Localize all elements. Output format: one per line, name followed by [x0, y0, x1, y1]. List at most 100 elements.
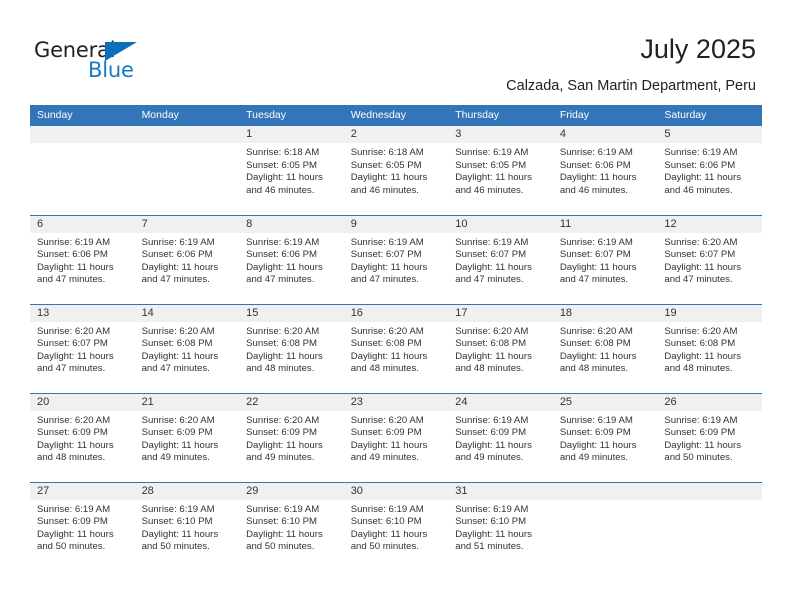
day-detail-line: Sunset: 6:07 PM: [350, 249, 422, 261]
day-detail-line: Sunrise: 6:20 AM: [664, 236, 738, 248]
day-cell-18[interactable]: 18 Sunrise: 6:20 AM Sunset: 6:08 PM Dayligh…: [552, 303, 658, 393]
day-cell-29[interactable]: 29 Sunrise: 6:19 AM Sunset: 6:10 PM Dayligh…: [239, 481, 344, 571]
calendar-week-row: 20 Sunrise: 6:20 AM Sunset: 6:09 PM Dayligh…: [30, 392, 762, 482]
day-number: 23: [343, 393, 449, 411]
day-details: Sunrise: 6:20 AM Sunset: 6:07 PM Daylight:…: [657, 233, 762, 287]
day-cell-2[interactable]: 2 Sunrise: 6:18 AM Sunset: 6:05 PM Daylight…: [343, 126, 449, 215]
day-number: 4: [552, 126, 658, 143]
day-detail-line: Sunset: 6:06 PM: [37, 249, 108, 261]
day-detail-line: Daylight: 11 hours: [350, 350, 428, 362]
day-cell-27[interactable]: 27 Sunrise: 6:19 AM Sunset: 6:09 PM Dayligh…: [30, 481, 135, 571]
day-detail-line: Daylight: 11 hours: [350, 172, 428, 184]
day-detail-line: Daylight: 11 hours: [141, 350, 219, 362]
day-number: 18: [552, 304, 658, 322]
day-cell-1[interactable]: 1 Sunrise: 6:18 AM Sunset: 6:05 PM Daylight…: [239, 126, 344, 215]
day-cell-empty: [552, 481, 658, 571]
day-detail-line: Sunrise: 6:19 AM: [141, 503, 215, 515]
weekday-header-wednesday: Wednesday: [343, 105, 449, 126]
calendar-week-row: 27 Sunrise: 6:19 AM Sunset: 6:09 PM Dayligh…: [30, 481, 762, 571]
day-detail-line: Sunrise: 6:19 AM: [455, 414, 529, 426]
day-detail-line: Daylight: 11 hours: [350, 439, 428, 451]
day-cell-28[interactable]: 28 Sunrise: 6:19 AM Sunset: 6:10 PM Dayligh…: [134, 481, 240, 571]
day-cell-6[interactable]: 6 Sunrise: 6:19 AM Sunset: 6:06 PM Daylight…: [30, 214, 135, 304]
day-number: [134, 126, 240, 143]
day-number: 16: [343, 304, 449, 322]
day-cell-26[interactable]: 26 Sunrise: 6:19 AM Sunset: 6:09 PM Dayligh…: [657, 392, 762, 482]
day-cell-25[interactable]: 25 Sunrise: 6:19 AM Sunset: 6:09 PM Dayligh…: [552, 392, 658, 482]
day-detail-line: Sunrise: 6:19 AM: [350, 503, 424, 515]
day-cell-16[interactable]: 16 Sunrise: 6:20 AM Sunset: 6:08 PM Dayligh…: [343, 303, 449, 393]
day-cell-5[interactable]: 5 Sunrise: 6:19 AM Sunset: 6:06 PM Daylight…: [657, 126, 762, 215]
day-cell-3[interactable]: 3 Sunrise: 6:19 AM Sunset: 6:05 PM Daylight…: [448, 126, 553, 215]
day-detail-line: Sunset: 6:05 PM: [455, 159, 527, 171]
day-cell-24[interactable]: 24 Sunrise: 6:19 AM Sunset: 6:09 PM Dayligh…: [448, 392, 553, 482]
page-title: July 2025: [640, 34, 756, 64]
day-cell-8[interactable]: 8 Sunrise: 6:19 AM Sunset: 6:06 PM Daylight…: [239, 214, 344, 304]
day-details: Sunrise: 6:20 AM Sunset: 6:08 PM Daylight:…: [553, 322, 658, 376]
day-detail-line: Daylight: 11 hours: [141, 528, 219, 540]
day-cell-19[interactable]: 19 Sunrise: 6:20 AM Sunset: 6:08 PM Dayligh…: [657, 303, 762, 393]
day-details: Sunrise: 6:20 AM Sunset: 6:09 PM Daylight:…: [135, 411, 240, 465]
day-detail-line: Sunrise: 6:20 AM: [141, 325, 215, 337]
weekday-header-sunday: Sunday: [30, 105, 135, 126]
day-cell-11[interactable]: 11 Sunrise: 6:19 AM Sunset: 6:07 PM Dayligh…: [552, 214, 658, 304]
day-cell-15[interactable]: 15 Sunrise: 6:20 AM Sunset: 6:08 PM Dayligh…: [239, 303, 344, 393]
day-details: Sunrise: 6:19 AM Sunset: 6:06 PM Daylight:…: [553, 143, 658, 197]
day-cell-9[interactable]: 9 Sunrise: 6:19 AM Sunset: 6:07 PM Daylight…: [343, 214, 449, 304]
weekday-header-saturday: Saturday: [657, 105, 762, 126]
day-detail-line: Sunrise: 6:19 AM: [350, 236, 424, 248]
day-detail-line: Sunset: 6:08 PM: [664, 338, 736, 350]
day-cell-22[interactable]: 22 Sunrise: 6:20 AM Sunset: 6:09 PM Dayligh…: [239, 392, 344, 482]
day-cell-17[interactable]: 17 Sunrise: 6:20 AM Sunset: 6:08 PM Dayligh…: [448, 303, 553, 393]
day-cell-14[interactable]: 14 Sunrise: 6:20 AM Sunset: 6:08 PM Dayligh…: [134, 303, 240, 393]
day-details: Sunrise: 6:19 AM Sunset: 6:06 PM Daylight:…: [135, 233, 240, 287]
day-detail-line: Sunset: 6:08 PM: [246, 338, 318, 350]
day-cell-7[interactable]: 7 Sunrise: 6:19 AM Sunset: 6:06 PM Daylight…: [134, 214, 240, 304]
day-detail-line: and 50 minutes.: [37, 541, 106, 553]
day-detail-line: Sunset: 6:09 PM: [350, 427, 422, 439]
day-detail-line: Daylight: 11 hours: [664, 350, 741, 362]
day-cell-13[interactable]: 13 Sunrise: 6:20 AM Sunset: 6:07 PM Dayligh…: [30, 303, 135, 393]
day-details: Sunrise: 6:20 AM Sunset: 6:08 PM Daylight:…: [239, 322, 344, 376]
day-detail-line: Sunset: 6:06 PM: [246, 249, 318, 261]
calendar-week-row: 13 Sunrise: 6:20 AM Sunset: 6:07 PM Dayligh…: [30, 303, 762, 393]
day-detail-line: Sunset: 6:10 PM: [350, 516, 422, 528]
page-header: General Blue July 2025 Calzada, San Mart…: [0, 0, 792, 100]
day-cell-20[interactable]: 20 Sunrise: 6:20 AM Sunset: 6:09 PM Dayligh…: [30, 392, 135, 482]
day-details: Sunrise: 6:19 AM Sunset: 6:06 PM Daylight:…: [657, 143, 762, 197]
day-detail-line: Daylight: 11 hours: [455, 528, 532, 540]
day-details: Sunrise: 6:20 AM Sunset: 6:08 PM Daylight:…: [448, 322, 553, 376]
day-detail-line: and 46 minutes.: [246, 184, 315, 196]
day-cell-12[interactable]: 12 Sunrise: 6:20 AM Sunset: 6:07 PM Dayligh…: [657, 214, 762, 304]
day-detail-line: and 48 minutes.: [664, 363, 733, 375]
day-detail-line: Sunset: 6:06 PM: [141, 249, 213, 261]
day-detail-line: Daylight: 11 hours: [246, 172, 323, 184]
day-cell-4[interactable]: 4 Sunrise: 6:19 AM Sunset: 6:06 PM Daylight…: [552, 126, 658, 215]
day-detail-line: Sunrise: 6:19 AM: [455, 503, 529, 515]
day-detail-line: Sunrise: 6:19 AM: [37, 503, 111, 515]
day-cell-23[interactable]: 23 Sunrise: 6:20 AM Sunset: 6:09 PM Dayligh…: [343, 392, 449, 482]
day-details: Sunrise: 6:20 AM Sunset: 6:08 PM Daylight:…: [344, 322, 449, 376]
day-detail-line: Sunset: 6:09 PM: [559, 427, 631, 439]
day-detail-line: and 46 minutes.: [455, 184, 524, 196]
day-cell-empty: [657, 481, 762, 571]
day-detail-line: Sunrise: 6:19 AM: [664, 147, 738, 158]
day-detail-line: and 51 minutes.: [455, 541, 524, 553]
day-detail-line: and 49 minutes.: [455, 452, 524, 464]
day-cell-31[interactable]: 31 Sunrise: 6:19 AM Sunset: 6:10 PM Dayligh…: [448, 481, 553, 571]
day-detail-line: Daylight: 11 hours: [455, 350, 532, 362]
day-cell-30[interactable]: 30 Sunrise: 6:19 AM Sunset: 6:10 PM Dayligh…: [343, 481, 449, 571]
day-number: 17: [448, 304, 553, 322]
day-detail-line: and 47 minutes.: [37, 363, 106, 375]
day-detail-line: Sunrise: 6:20 AM: [350, 325, 424, 337]
day-cell-10[interactable]: 10 Sunrise: 6:19 AM Sunset: 6:07 PM Dayligh…: [448, 214, 553, 304]
day-detail-line: Daylight: 11 hours: [664, 261, 741, 273]
day-cell-21[interactable]: 21 Sunrise: 6:20 AM Sunset: 6:09 PM Dayligh…: [134, 392, 240, 482]
day-number: 7: [134, 215, 240, 233]
day-number: 14: [134, 304, 240, 322]
day-detail-line: Daylight: 11 hours: [350, 528, 428, 540]
calendar-body: 1 Sunrise: 6:18 AM Sunset: 6:05 PM Daylight…: [30, 126, 762, 571]
day-detail-line: Sunrise: 6:19 AM: [664, 414, 738, 426]
day-detail-line: Daylight: 11 hours: [559, 439, 637, 451]
weekday-header-friday: Friday: [552, 105, 658, 126]
